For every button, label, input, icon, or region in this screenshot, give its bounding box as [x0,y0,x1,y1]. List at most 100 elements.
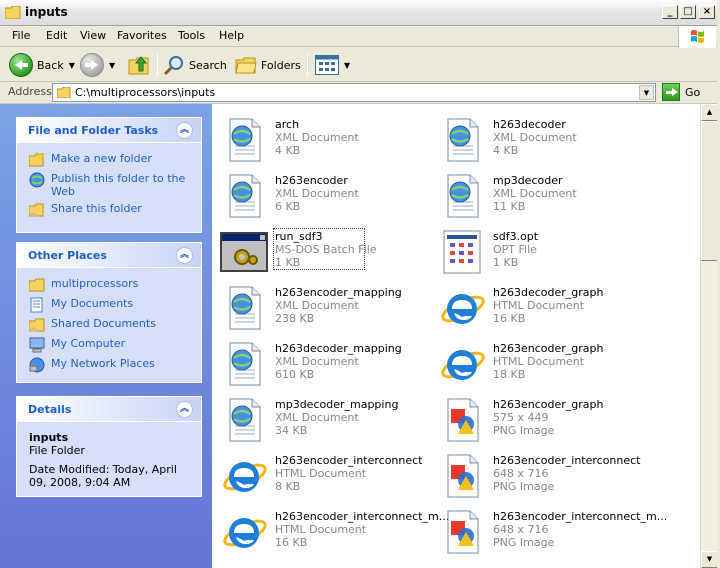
file-name: h263decoder_graph [493,286,604,299]
file-name: h263encoder_interconnect [275,454,423,467]
file-item[interactable]: sdf3.opt OPT File 1 KB [434,224,652,274]
publish-web-icon [29,172,45,188]
file-item[interactable]: h263encoder_interconnect_m... HTML Docume… [216,504,449,556]
publish-folder-link[interactable]: Publish this folder to the Web [29,172,189,198]
back-dropdown-icon[interactable]: ▼ [69,61,75,70]
file-item[interactable]: h263encoder_graph 575 x 449 PNG Image [434,392,652,442]
new-folder-icon [29,152,44,167]
address-bar: Address C:\multiprocessors\inputs ▼ Go [0,82,720,104]
place-my-computer[interactable]: My Computer [29,337,125,353]
menu-file[interactable]: File [12,29,30,42]
title-bar[interactable]: inputs _ □ × [0,0,720,26]
file-item[interactable]: mp3decoder_mapping XML Document 34 KB [216,392,434,442]
details-type: File Folder [29,444,85,457]
ie-icon [220,508,268,556]
file-size: PNG Image [493,536,555,549]
xml-icon [220,284,268,332]
close-button[interactable]: × [699,5,715,19]
details-panel-header[interactable]: Details ︽ [17,397,201,422]
toolbar-separator [307,54,308,76]
file-item[interactable]: h263encoder_interconnect_m... 648 x 716 PN… [434,504,667,554]
search-label: Search [189,58,227,72]
address-input[interactable]: C:\multiprocessors\inputs ▼ [52,83,656,102]
places-panel-header[interactable]: Other Places ︽ [17,243,201,268]
file-size: 6 KB [275,200,301,213]
folders-label: Folders [261,58,301,72]
file-item[interactable]: h263decoder XML Document 4 KB [434,112,652,162]
windows-logo-icon [678,26,716,48]
file-type: XML Document [493,131,577,144]
toolbar: Back ▼ ▼ Search Folders ▼ [0,48,720,82]
minimize-button[interactable]: _ [662,5,678,19]
file-item[interactable]: h263encoder_interconnect 648 x 716 PNG Ima… [434,448,652,498]
file-item[interactable]: h263encoder_graph HTML Document 18 KB [434,336,652,386]
collapse-chevron-icon[interactable]: ︽ [176,122,193,139]
file-item[interactable]: run_sdf3 MS-DOS Batch File 1 KB [216,224,434,274]
file-name: sdf3.opt [493,230,539,243]
opt-icon [438,228,486,276]
file-size: 11 KB [493,200,526,213]
file-size: 16 KB [275,536,308,549]
collapse-chevron-icon[interactable]: ︽ [176,401,193,418]
file-item[interactable]: h263decoder_mapping XML Document 610 KB [216,336,434,386]
views-button[interactable]: ▼ [315,52,350,78]
file-type: OPT File [493,243,537,256]
network-places-icon [29,357,45,373]
file-item[interactable]: arch XML Document 4 KB [216,112,434,162]
file-name: h263encoder [275,174,348,187]
file-item[interactable]: mp3decoder XML Document 11 KB [434,168,652,218]
file-type: 648 x 716 [493,523,549,536]
menu-help[interactable]: Help [219,29,244,42]
menu-favorites[interactable]: Favorites [117,29,167,42]
file-item[interactable]: h263encoder_interconnect HTML Document 8 K… [216,448,434,498]
place-shared-documents[interactable]: Shared Documents [29,317,156,333]
up-folder-button[interactable] [128,52,150,78]
share-folder-link[interactable]: Share this folder [29,202,142,218]
views-dropdown-icon[interactable]: ▼ [344,61,350,70]
file-size: 238 KB [275,312,315,325]
scroll-down-button[interactable]: ▼ [701,551,718,568]
file-name: h263encoder_graph [493,398,604,411]
make-new-folder-link[interactable]: Make a new folder [29,152,152,168]
other-places-panel: Other Places ︽ multiprocessors My Docume… [16,242,202,383]
back-arrow-icon [9,53,33,77]
folders-button[interactable]: Folders [235,52,301,78]
back-label: Back [37,58,64,72]
place-my-network-places[interactable]: My Network Places [29,357,155,373]
forward-button[interactable]: ▼ [80,52,115,78]
tasks-panel-title: File and Folder Tasks [28,124,159,137]
file-size: 34 KB [275,424,308,437]
menu-view[interactable]: View [80,29,106,42]
file-name: h263encoder_interconnect_m... [493,510,668,523]
menu-tools[interactable]: Tools [178,29,205,42]
place-multiprocessors[interactable]: multiprocessors [29,277,138,293]
file-item[interactable]: h263decoder_graph HTML Document 16 KB [434,280,652,330]
ie-icon [438,340,486,388]
menu-bar: File Edit View Favorites Tools Help [0,26,720,48]
scroll-thumb[interactable] [701,121,718,261]
go-button[interactable]: Go [662,83,700,101]
menu-edit[interactable]: Edit [46,29,67,42]
search-button[interactable]: Search [163,52,227,78]
details-panel-title: Details [28,403,72,416]
details-modified: Date Modified: Today, April 09, 2008, 9:… [29,463,177,489]
forward-dropdown-icon[interactable]: ▼ [109,61,115,70]
file-size: 1 KB [493,256,519,269]
go-label: Go [685,85,701,99]
file-item[interactable]: h263encoder XML Document 6 KB [216,168,434,218]
collapse-chevron-icon[interactable]: ︽ [176,247,193,264]
file-size: 1 KB [275,256,301,269]
file-type: 648 x 716 [493,467,549,480]
place-my-documents[interactable]: My Documents [29,297,133,313]
file-name: h263encoder_interconnect [493,454,641,467]
scroll-up-button[interactable]: ▲ [701,104,718,121]
tasks-panel-header[interactable]: File and Folder Tasks ︽ [17,118,201,143]
file-name: h263encoder_interconnect_m... [275,510,450,523]
maximize-button[interactable]: □ [680,5,696,19]
shared-folder-icon [29,318,45,332]
address-dropdown-icon[interactable]: ▼ [639,85,654,100]
vertical-scrollbar[interactable]: ▲ ▼ [700,104,718,568]
back-button[interactable]: Back ▼ [9,52,75,78]
file-item[interactable]: h263encoder_mapping XML Document 238 KB [216,280,434,330]
share-folder-icon [29,203,44,217]
